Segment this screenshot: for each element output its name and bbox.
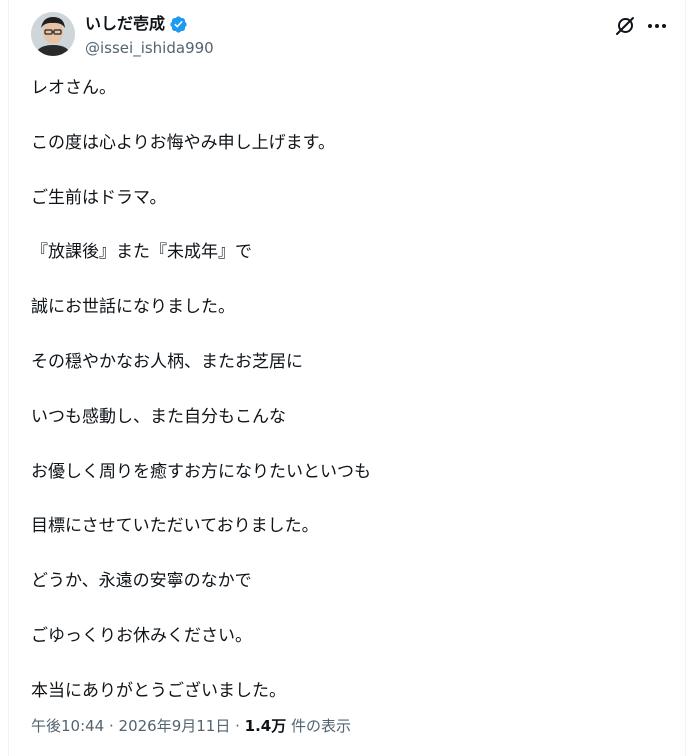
author-handle[interactable]: @issei_ishida990 — [85, 38, 214, 58]
post-line: ごゆっくりお休みください。 — [31, 625, 252, 646]
views-count[interactable]: 1.4万 — [245, 717, 287, 735]
meta-separator: · — [104, 717, 119, 735]
post-line: この度は心よりお悔やみ申し上げます。 — [31, 132, 335, 153]
post-line: 本当にありがとうございました。 — [31, 680, 286, 701]
more-icon[interactable] — [645, 14, 669, 38]
post-line: お優しく周りを癒すお方になりたいといつも — [31, 461, 371, 482]
avatar[interactable] — [31, 12, 75, 56]
post-line: 目標にさせていただいておりました。 — [31, 516, 319, 537]
post-line: 誠にお世話になりました。 — [31, 297, 235, 318]
meta-separator: · — [230, 717, 245, 735]
post-date-link[interactable]: 2026年9月11日 — [119, 717, 231, 735]
views-label: 件の表示 — [286, 717, 352, 735]
post-line: いつも感動し、また自分もこんな — [31, 406, 286, 427]
post-line: その穏やかなお人柄、またお芝居に — [31, 351, 303, 372]
post-line: レオさん。 — [31, 78, 116, 98]
grok-icon[interactable] — [613, 14, 637, 38]
verified-badge-icon — [170, 15, 187, 33]
post-line: 『放課後』また『未成年』で — [31, 242, 252, 263]
post-time-link[interactable]: 午後10:44 — [31, 717, 104, 735]
post-card: いしだ壱成 @issei_ishida990 レオさん。 この度は心よりお悔やみ… — [8, 0, 686, 756]
post-text: レオさん。 この度は心よりお悔やみ申し上げます。 ご生前はドラマ。 『放課後』ま… — [31, 78, 671, 736]
author-display-name[interactable]: いしだ壱成 — [85, 14, 165, 34]
avatar-image — [31, 12, 75, 56]
post-line: ご生前はドラマ。 — [31, 187, 167, 208]
post-meta: 午後10:44 · 2026年9月11日 · 1.4万 件の表示 — [31, 716, 351, 736]
author-name-row: いしだ壱成 — [85, 14, 188, 34]
post-line: どうか、永遠の安寧のなかで — [31, 571, 252, 592]
